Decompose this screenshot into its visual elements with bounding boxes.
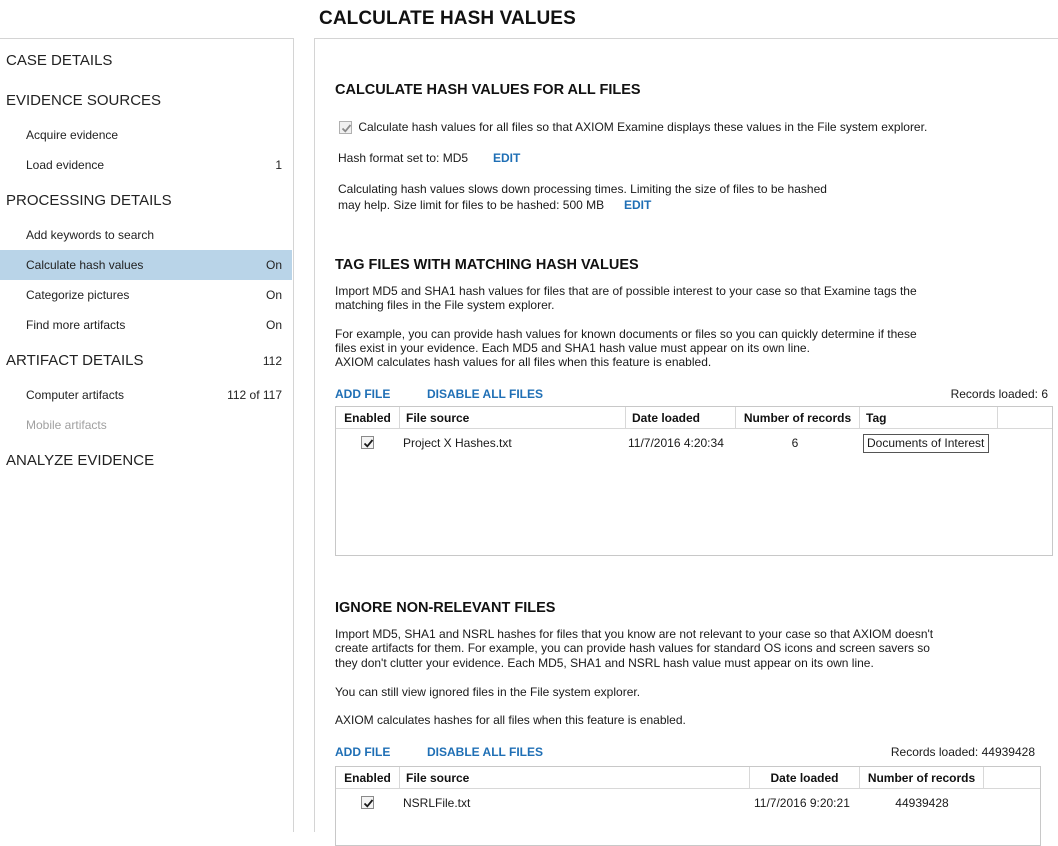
ignore-view-note: You can still view ignored files in the … [335,685,641,699]
sidebar-item-label: Mobile artifacts [26,418,107,432]
sidebar-section-evidence-sources[interactable]: EVIDENCE SOURCES [0,86,292,116]
sidebar-item-computer-artifacts[interactable]: Computer artifacts 112 of 117 [0,380,292,410]
sidebar-border [293,38,294,832]
table-row[interactable]: Project X Hashes.txt 11/7/2016 4:20:34 6… [336,432,1052,454]
tag-records-loaded: Records loaded: 6 [950,387,1048,401]
column-header-file-source[interactable]: File source [400,767,750,789]
sidebar-section-label: EVIDENCE SOURCES [6,92,162,109]
tag-example-line1: For example, you can provide hash values… [335,327,917,341]
sidebar-section-count: 112 [262,354,282,368]
sidebar-item-status: On [265,288,282,302]
checkmark-icon [341,124,352,133]
sidebar-section-label: ARTIFACT DETAILS [6,352,144,369]
sidebar-section-case-details[interactable]: CASE DETAILS [0,46,292,76]
ignore-disable-all-button[interactable]: DISABLE ALL FILES [427,745,543,759]
sidebar-item-label: Acquire evidence [26,128,119,142]
sidebar-item-mobile-artifacts: Mobile artifacts [0,410,292,440]
row-tag-input[interactable]: Documents of Interest [863,434,989,453]
row-date-loaded: 11/7/2016 4:20:34 [628,436,724,450]
checkmark-icon [363,439,374,448]
sidebar-divider [0,38,294,39]
sidebar-item-count: 1 [275,158,282,172]
sidebar-item-add-keywords[interactable]: Add keywords to search [0,220,292,250]
ignore-desc-line1: Import MD5, SHA1 and NSRL hashes for fil… [335,627,934,641]
hash-format-text: Hash format set to: MD5 [338,151,469,165]
tag-example-line3: AXIOM calculates hash values for all fil… [335,355,712,369]
ignore-records-loaded: Records loaded: 44939428 [890,745,1035,759]
tag-desc-line1: Import MD5 and SHA1 hash values for file… [335,284,917,298]
column-header-date-loaded[interactable]: Date loaded [626,407,736,429]
checkmark-icon [363,799,374,808]
tag-example-line2: files exist in your evidence. Each MD5 a… [335,341,810,355]
sidebar-item-load-evidence[interactable]: Load evidence 1 [0,150,292,180]
tag-desc-line2: matching files in the File system explor… [335,298,555,312]
ignore-calc-note: AXIOM calculates hashes for all files wh… [335,713,686,727]
column-header-number-of-records[interactable]: Number of records [736,407,860,429]
table-header: Enabled File source Date loaded Number o… [336,767,1040,789]
page-title: CALCULATE HASH VALUES [319,8,576,29]
column-header-file-source[interactable]: File source [400,407,626,429]
row-file-source: Project X Hashes.txt [403,436,512,450]
row-enabled-checkbox[interactable] [361,436,374,449]
table-header: Enabled File source Date loaded Number o… [336,407,1052,429]
hash-format-edit-link[interactable]: EDIT [493,151,520,165]
table-row[interactable]: NSRLFile.txt 11/7/2016 9:20:21 44939428 [336,792,1040,814]
column-header-enabled[interactable]: Enabled [336,407,400,429]
row-file-source: NSRLFile.txt [403,796,471,810]
column-header-date-loaded[interactable]: Date loaded [750,767,860,789]
sidebar-section-label: ANALYZE EVIDENCE [6,452,155,469]
calc-checkbox-label: Calculate hash values for all files so t… [358,120,928,134]
tag-files-table: Enabled File source Date loaded Number o… [335,406,1053,556]
sidebar-section-analyze-evidence[interactable]: ANALYZE EVIDENCE [0,446,292,476]
calc-all-files-checkbox[interactable] [339,121,352,135]
column-header-tag[interactable]: Tag [860,407,998,429]
sidebar-item-label: Load evidence [26,158,105,172]
sidebar-section-label: PROCESSING DETAILS [6,192,172,209]
size-limit-edit-link[interactable]: EDIT [624,198,651,212]
sidebar-item-label: Add keywords to search [26,228,155,242]
row-date-loaded: 11/7/2016 9:20:21 [754,796,850,810]
main-panel: CALCULATE HASH VALUES FOR ALL FILES Calc… [315,39,1058,846]
row-number-of-records: 6 [791,436,799,450]
sidebar-item-label: Find more artifacts [26,318,126,332]
calc-checkbox-row[interactable]: Calculate hash values for all files so t… [339,120,927,135]
column-header-number-of-records[interactable]: Number of records [860,767,984,789]
ignore-add-file-button[interactable]: ADD FILE [335,745,390,759]
sidebar-section-label: CASE DETAILS [6,52,113,69]
tag-section-heading: TAG FILES WITH MATCHING HASH VALUES [335,257,639,273]
row-number-of-records: 44939428 [895,796,949,810]
sidebar-item-label: Calculate hash values [26,258,144,272]
ignore-desc-line3: they don't clutter your evidence. Each M… [335,656,874,670]
sidebar-item-calculate-hash[interactable]: Calculate hash values On [0,250,292,280]
size-limit-line1: Calculating hash values slows down proce… [338,182,827,196]
sidebar-item-status: On [265,318,282,332]
sidebar-item-acquire-evidence[interactable]: Acquire evidence [0,120,292,150]
sidebar-item-count: 112 of 117 [227,388,282,402]
sidebar-item-categorize-pictures[interactable]: Categorize pictures On [0,280,292,310]
sidebar: CASE DETAILS EVIDENCE SOURCES Acquire ev… [0,38,294,832]
ignore-section-heading: IGNORE NON-RELEVANT FILES [335,600,556,616]
sidebar-item-label: Categorize pictures [26,288,130,302]
column-header-enabled[interactable]: Enabled [336,767,400,789]
sidebar-section-artifact-details[interactable]: ARTIFACT DETAILS 112 [0,346,292,376]
row-enabled-checkbox[interactable] [361,796,374,809]
ignore-desc-line2: create artifacts for them. For example, … [335,641,930,655]
ignore-files-table: Enabled File source Date loaded Number o… [335,766,1041,846]
tag-disable-all-button[interactable]: DISABLE ALL FILES [427,387,543,401]
sidebar-section-processing-details[interactable]: PROCESSING DETAILS [0,186,292,216]
size-limit-line2: may help. Size limit for files to be has… [338,198,605,212]
sidebar-item-find-more-artifacts[interactable]: Find more artifacts On [0,310,292,340]
sidebar-item-label: Computer artifacts [26,388,125,402]
tag-add-file-button[interactable]: ADD FILE [335,387,390,401]
calc-section-heading: CALCULATE HASH VALUES FOR ALL FILES [335,82,641,98]
sidebar-item-status: On [265,258,282,272]
